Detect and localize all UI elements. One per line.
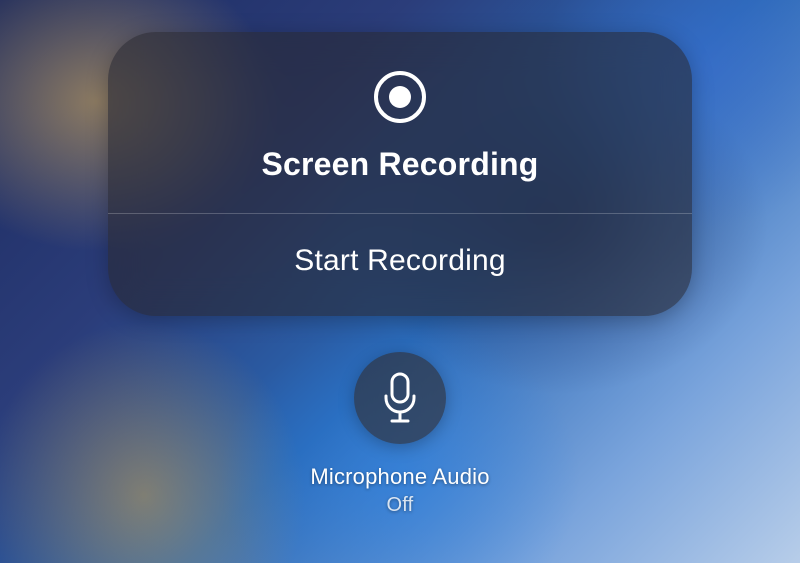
panel-title: Screen Recording [261,146,538,183]
start-recording-button[interactable]: Start Recording [108,214,692,316]
start-recording-label: Start Recording [294,244,505,278]
panel-header: Screen Recording [108,32,692,213]
microphone-icon [380,372,420,424]
microphone-caption: Microphone Audio Off [310,464,489,517]
screen-record-icon [373,70,427,124]
microphone-label: Microphone Audio [310,464,489,490]
microphone-toggle-button[interactable] [354,352,446,444]
microphone-state: Off [387,494,414,517]
screen-recording-panel: Screen Recording Start Recording [108,32,692,316]
